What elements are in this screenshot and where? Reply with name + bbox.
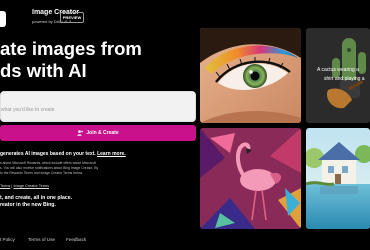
hero-headline-line1: ate images from (0, 38, 142, 59)
tagline-line2: reator in the new Bing. (0, 202, 56, 208)
app-logo[interactable] (0, 11, 6, 27)
user-add-icon (77, 130, 84, 136)
terms-of-use-link[interactable]: Terms of Use (28, 237, 55, 242)
gallery-image-cactus[interactable]: A cactus wearing a shirt and playing a (306, 28, 370, 123)
privacy-policy-link[interactable]: t Policy (0, 237, 15, 242)
gallery-image-lake-house[interactable] (306, 128, 370, 229)
cactus-caption-line1: A cactus wearing a (317, 67, 359, 73)
gallery-image-eye[interactable] (200, 28, 301, 123)
tagline: t, and create, all in one place. reator … (0, 195, 72, 209)
gallery-image-flamingo[interactable] (200, 128, 301, 229)
terms-links: Terms | Image Creator Terms (0, 184, 49, 188)
hero-headline: ate images from ds with AI (0, 38, 142, 82)
fine-print: s about Microsoft Rewards, which include… (0, 161, 150, 176)
prompt-input[interactable] (0, 91, 196, 122)
tagline-line1: t, and create, all in one place. (0, 195, 73, 201)
cactus-caption: A cactus wearing a shirt and playing a (317, 66, 365, 84)
info-text-main: generates AI images based on your text. (0, 151, 96, 157)
image-creator-terms-link[interactable]: Image Creator Terms (13, 184, 49, 188)
cactus-caption-line2: shirt and playing a (324, 76, 365, 82)
rewards-terms-link[interactable]: Terms (0, 184, 10, 188)
hero-headline-line2: ds with AI (0, 60, 87, 81)
info-text: generates AI images based on your text. … (0, 151, 126, 157)
learn-more-link[interactable]: Learn more. (97, 151, 126, 157)
join-button-label: Join & Create (86, 130, 119, 136)
fine-print-line: to the Rewards Terms and Image Creator T… (0, 171, 83, 175)
feedback-link[interactable]: Feedback (66, 237, 86, 242)
preview-badge: PREVIEW (60, 12, 84, 23)
join-and-create-button[interactable]: Join & Create (0, 125, 196, 141)
